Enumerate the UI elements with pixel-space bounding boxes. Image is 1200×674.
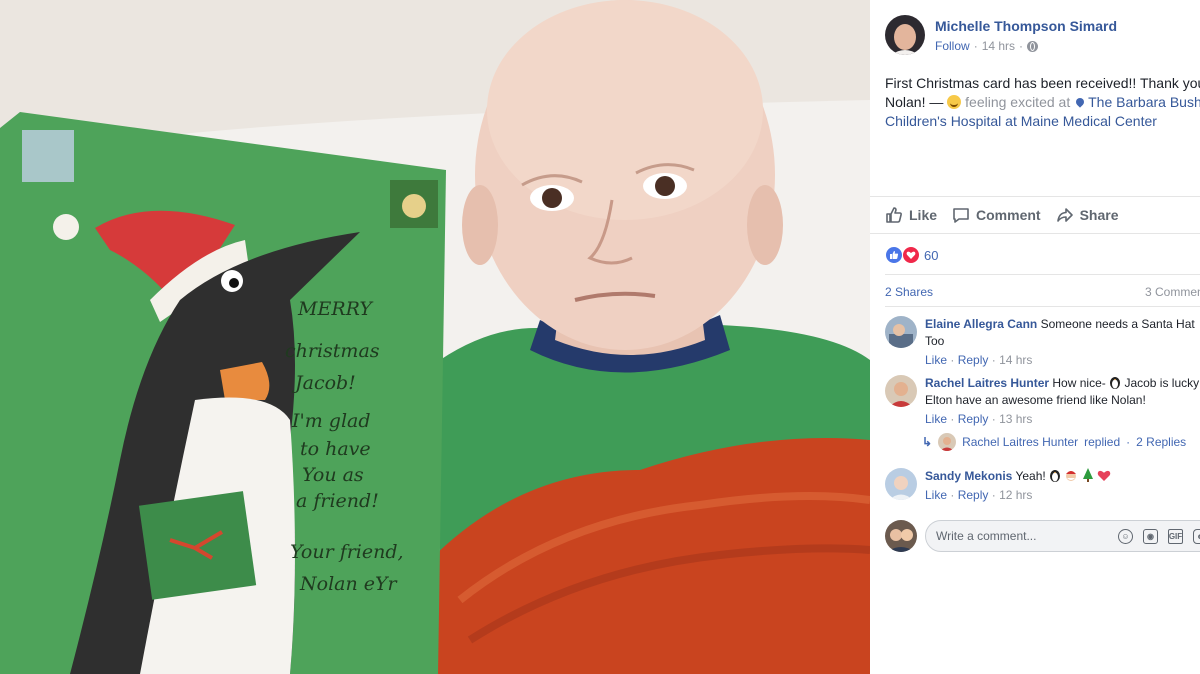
- like-label: Like: [909, 207, 938, 223]
- comment-body: Rachel Laitres Hunter How nice- Jacob is…: [925, 375, 1200, 428]
- comment-text-part-1: How nice-: [1052, 376, 1106, 390]
- comment-actions: Like · Reply · 12 hrs: [925, 487, 1200, 504]
- reply-author: Rachel Laitres Hunter: [962, 435, 1079, 449]
- commenter-avatar[interactable]: [885, 468, 917, 500]
- author-avatar[interactable]: [885, 15, 925, 55]
- commenter-avatar-image: [885, 375, 917, 407]
- card-line-6: You as: [302, 464, 364, 486]
- like-reaction-glyph: [890, 251, 899, 259]
- love-reaction-icon: [902, 246, 920, 264]
- reply-arrow-icon: ↳: [922, 435, 933, 449]
- like-reaction-icon: [885, 246, 903, 264]
- card-line-9: Nolan eYr: [300, 573, 397, 595]
- reply-avatar: [938, 433, 957, 451]
- current-user-avatar[interactable]: [885, 520, 917, 552]
- comment-time[interactable]: 13 hrs: [999, 412, 1032, 426]
- photo-illustration: [0, 0, 870, 674]
- post-photo[interactable]: MERRY christmas Jacob! I'm glad to have …: [0, 0, 870, 674]
- comment-reply-link[interactable]: Reply: [958, 412, 989, 426]
- comments-count[interactable]: 3 Comments: [1145, 285, 1200, 299]
- comment-body: Elaine Allegra Cann Someone needs a Sant…: [925, 316, 1200, 369]
- stats-divider-top: [885, 274, 1200, 275]
- post-sidebar: Michelle Thompson Simard Follow · 14 hrs…: [870, 0, 1200, 674]
- comment-box: ☺ ◉ GIF ☻: [925, 520, 1200, 552]
- post-meta: Follow · 14 hrs ·: [935, 39, 1039, 53]
- composer-icons: ☺ ◉ GIF ☻: [1118, 529, 1200, 544]
- comment-separator-2: ·: [991, 412, 996, 426]
- share-arrow-icon: [1056, 208, 1073, 222]
- card-line-2: christmas: [285, 340, 380, 362]
- share-label: Share: [1079, 207, 1119, 223]
- share-button[interactable]: Share: [1056, 206, 1119, 224]
- card-line-7: a friend!: [296, 490, 379, 512]
- comment-reply-link[interactable]: Reply: [958, 353, 989, 367]
- thumbs-up-icon: [886, 207, 902, 223]
- comment-time[interactable]: 12 hrs: [999, 488, 1032, 502]
- commenter-name[interactable]: Rachel Laitres Hunter: [925, 376, 1049, 390]
- reply-separator: ·: [1126, 435, 1131, 449]
- comment-actions: Like · Reply · 14 hrs: [925, 352, 1200, 369]
- reactions-summary[interactable]: 60: [885, 246, 938, 264]
- penguin-emoji-icon: [1110, 377, 1121, 389]
- comment-separator-2: ·: [991, 353, 996, 367]
- current-user-avatar-image: [885, 520, 917, 552]
- commenter-name[interactable]: Sandy Mekonis: [925, 469, 1012, 483]
- commenter-avatar-image: [885, 316, 917, 348]
- commenter-name[interactable]: Elaine Allegra Cann: [925, 317, 1037, 331]
- comment-separator: ·: [950, 353, 955, 367]
- christmas-tree-emoji-icon: [1082, 468, 1093, 482]
- post-actions-bar: Like Comment Share: [870, 196, 1200, 234]
- reply-count: 2 Replies: [1136, 435, 1187, 449]
- author-avatar-image: [885, 15, 925, 55]
- meta-separator-2: ·: [1019, 39, 1024, 53]
- facebook-photo-viewer: MERRY christmas Jacob! I'm glad to have …: [0, 0, 1200, 674]
- reaction-count: 60: [924, 247, 939, 263]
- heart-glyph: [906, 251, 916, 259]
- comment-reply-link[interactable]: Reply: [958, 488, 989, 502]
- comment-separator: ·: [950, 412, 955, 426]
- penguin-emoji-icon: [1050, 470, 1061, 482]
- card-line-5: to have: [300, 438, 371, 460]
- reply-verb: replied: [1084, 435, 1121, 449]
- smiley-icon[interactable]: ☺: [1118, 529, 1133, 544]
- card-line-1: MERRY: [298, 298, 372, 320]
- stats-divider-bottom: [885, 306, 1200, 307]
- post-timestamp[interactable]: 14 hrs: [982, 39, 1015, 53]
- like-button[interactable]: Like: [885, 206, 937, 224]
- comment-text: Yeah!: [1015, 469, 1046, 483]
- comment-label: Comment: [976, 207, 1041, 223]
- replies-thread-link[interactable]: ↳ Rachel Laitres Hunter replied · 2 Repl…: [922, 433, 1186, 451]
- follow-link[interactable]: Follow: [935, 39, 970, 53]
- comment-button[interactable]: Comment: [952, 206, 1041, 224]
- comment-like-link[interactable]: Like: [925, 412, 947, 426]
- comment-like-link[interactable]: Like: [925, 353, 947, 367]
- heart-emoji-icon: [1097, 470, 1111, 481]
- comment-time[interactable]: 14 hrs: [999, 353, 1032, 367]
- comment-body: Sandy Mekonis Yeah! Like · Reply · 12 hr…: [925, 468, 1200, 504]
- globe-icon[interactable]: [1027, 40, 1039, 52]
- camera-icon[interactable]: ◉: [1143, 529, 1158, 544]
- comment-separator-2: ·: [991, 488, 996, 502]
- commenter-avatar[interactable]: [885, 375, 917, 407]
- smiley-icon: [947, 95, 962, 109]
- map-pin-icon: [1074, 96, 1086, 108]
- comment-input[interactable]: [936, 521, 1116, 551]
- comment-like-link[interactable]: Like: [925, 488, 947, 502]
- gif-icon[interactable]: GIF: [1168, 529, 1183, 544]
- feeling-text: feeling excited at: [965, 94, 1071, 110]
- comment-separator: ·: [950, 488, 955, 502]
- meta-separator: ·: [973, 39, 978, 53]
- sticker-icon[interactable]: ☻: [1193, 529, 1200, 544]
- shares-count[interactable]: 2 Shares: [885, 285, 933, 299]
- comment-actions: Like · Reply · 13 hrs: [925, 411, 1200, 428]
- commenter-avatar-image: [885, 468, 917, 500]
- card-line-3: Jacob!: [295, 372, 356, 394]
- post-text: First Christmas card has been received!!…: [885, 74, 1200, 131]
- author-name[interactable]: Michelle Thompson Simard: [935, 18, 1117, 34]
- card-line-4: I'm glad: [292, 410, 371, 432]
- card-line-8: Your friend,: [290, 541, 404, 563]
- santa-emoji-icon: [1066, 471, 1077, 481]
- commenter-avatar[interactable]: [885, 316, 917, 348]
- speech-bubble-icon: [953, 208, 969, 223]
